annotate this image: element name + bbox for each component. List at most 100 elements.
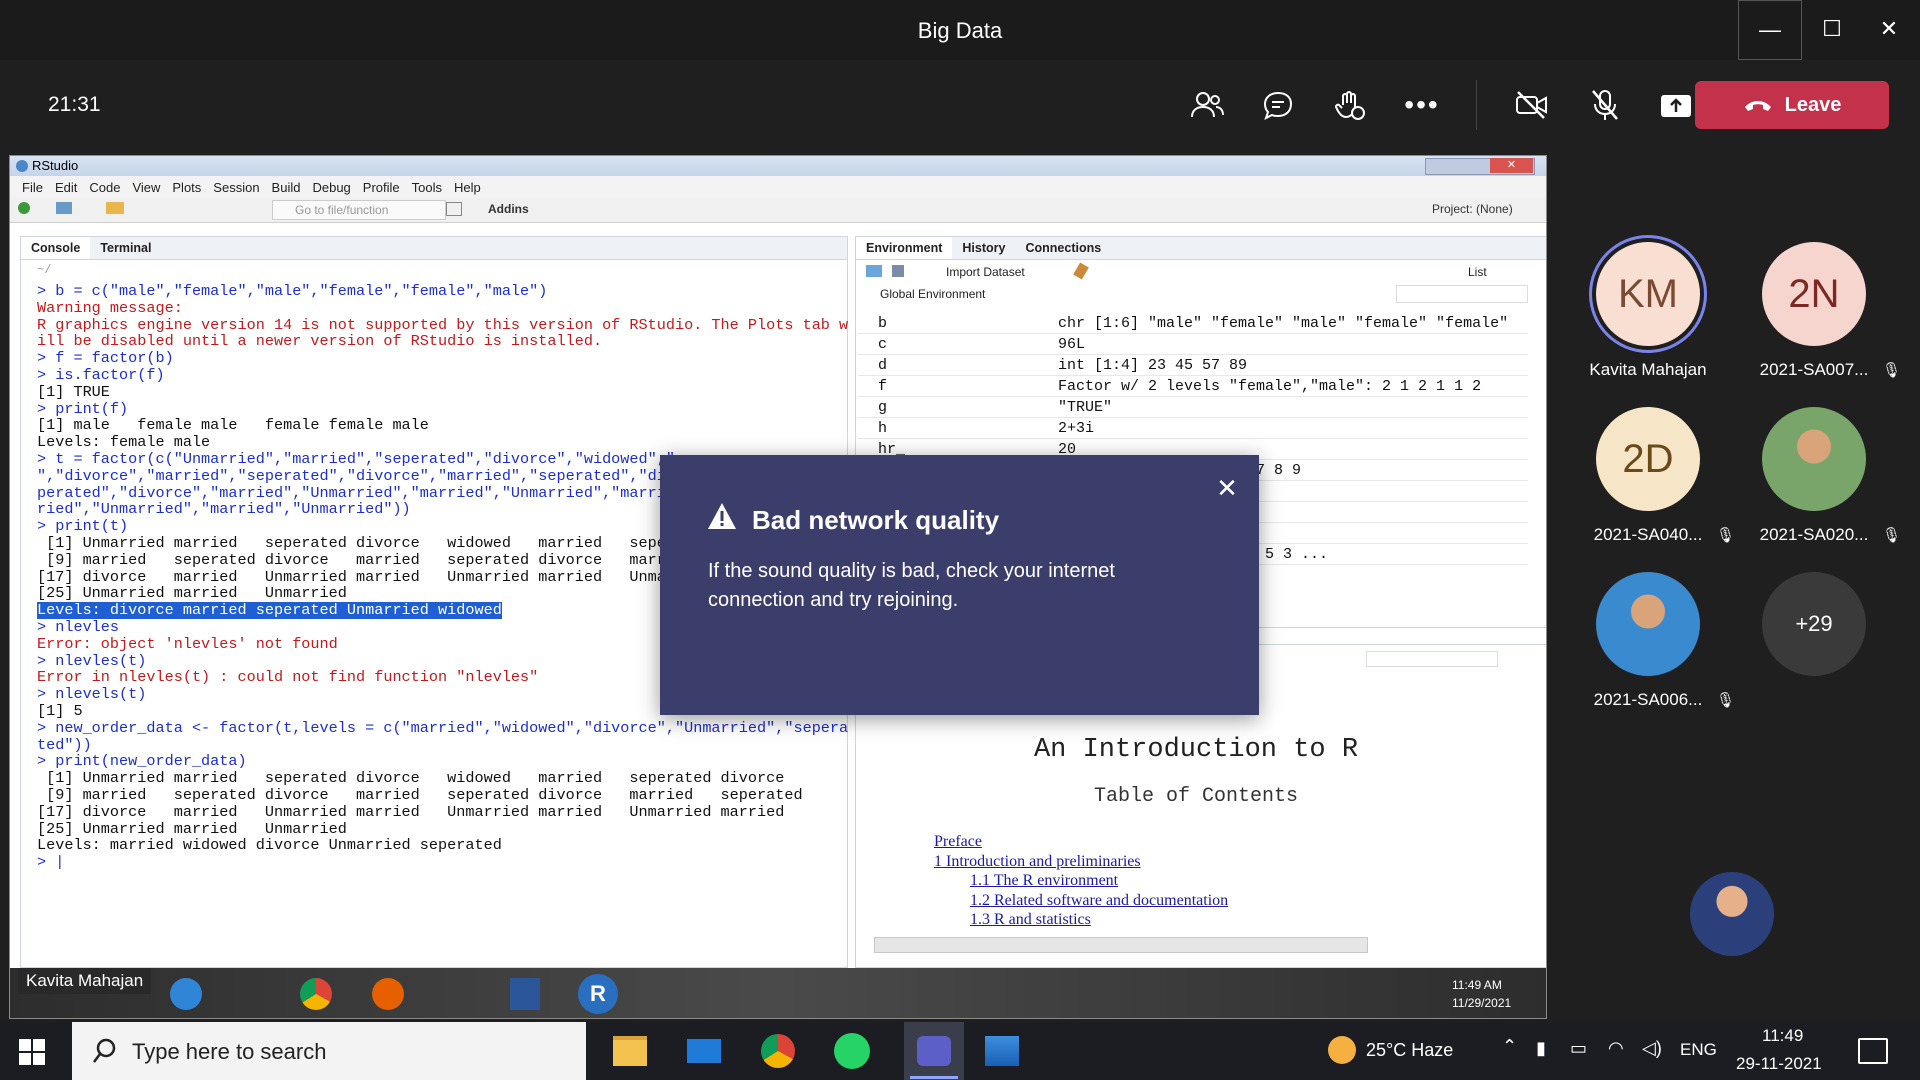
- env-row[interactable]: g "TRUE": [858, 397, 1528, 418]
- notification-center-icon[interactable]: [1858, 1038, 1888, 1064]
- menu-tools[interactable]: Tools: [412, 180, 442, 195]
- participant-avatar[interactable]: 2N: [1762, 242, 1866, 346]
- teams-icon[interactable]: [904, 1022, 964, 1080]
- menu-view[interactable]: View: [132, 180, 160, 195]
- wifi-icon[interactable]: ◠: [1608, 1038, 1624, 1059]
- tab-history[interactable]: History: [952, 237, 1015, 259]
- menu-help[interactable]: Help: [454, 180, 481, 195]
- toc-link[interactable]: 1.2 Related software and documentation: [970, 892, 1228, 912]
- env-toolbar: Import Dataset List: [856, 261, 1544, 283]
- env-row[interactable]: c 96L: [858, 334, 1528, 355]
- menu-session[interactable]: Session: [213, 180, 259, 195]
- menu-debug[interactable]: Debug: [312, 180, 350, 195]
- minimize-button[interactable]: —: [1738, 0, 1802, 60]
- camera-toggle-button[interactable]: [1507, 82, 1557, 128]
- env-row[interactable]: h 2+3i: [858, 418, 1528, 439]
- close-icon: ✕: [1879, 16, 1899, 41]
- muted-mic-icon: 🎙: [1882, 527, 1902, 544]
- participant-initials: 2N: [1788, 271, 1840, 316]
- menu-plots[interactable]: Plots: [172, 180, 201, 195]
- microphone-tray-icon[interactable]: ▮: [1536, 1038, 1546, 1059]
- tab-environment[interactable]: Environment: [856, 237, 953, 259]
- word-icon[interactable]: [510, 978, 540, 1010]
- leave-button[interactable]: Leave: [1695, 81, 1889, 129]
- toc-link[interactable]: 1.1 The R environment: [970, 872, 1228, 892]
- taskbar-time[interactable]: 11:49: [1762, 1026, 1803, 1046]
- participant-avatar[interactable]: [1596, 572, 1700, 676]
- ie-icon[interactable]: [170, 978, 202, 1010]
- maximize-icon: ☐: [1822, 16, 1842, 41]
- whatsapp-icon[interactable]: [830, 1030, 874, 1072]
- photos-icon[interactable]: [980, 1030, 1024, 1072]
- taskbar-date[interactable]: 29-11-2021: [1736, 1054, 1822, 1074]
- toc-link[interactable]: Preface: [934, 833, 1228, 853]
- env-search-input[interactable]: [1396, 285, 1528, 303]
- file-explorer-icon[interactable]: [608, 1030, 652, 1072]
- rstudio-close-icon[interactable]: ✕: [1490, 158, 1533, 173]
- raise-hand-button[interactable]: [1325, 82, 1375, 128]
- tab-terminal[interactable]: Terminal: [90, 237, 161, 259]
- toc-link[interactable]: 1.3 R and statistics: [970, 911, 1228, 931]
- tab-connections[interactable]: Connections: [1015, 237, 1111, 259]
- console-line: [25] Unmarried married Unmarried: [37, 819, 347, 838]
- dialog-close-button[interactable]: ✕: [1212, 473, 1242, 503]
- broom-icon[interactable]: [1073, 262, 1089, 280]
- self-video-thumbnail[interactable]: [1690, 872, 1774, 956]
- help-search-input[interactable]: [1366, 651, 1498, 667]
- tab-console[interactable]: Console: [21, 237, 91, 259]
- mail-icon[interactable]: [682, 1030, 726, 1072]
- goto-file-input[interactable]: Go to file/function: [272, 200, 446, 220]
- console-line: [1] male female male female female male: [37, 416, 429, 435]
- participants-button[interactable]: [1182, 82, 1232, 128]
- env-row[interactable]: b chr [1:6] "male" "female" "male" "femal…: [858, 313, 1528, 334]
- battery-icon[interactable]: ▭: [1570, 1038, 1587, 1059]
- volume-icon[interactable]: ◁): [1642, 1038, 1662, 1059]
- participant-avatar[interactable]: +29: [1762, 572, 1866, 676]
- load-workspace-icon[interactable]: [866, 265, 882, 277]
- env-var-value: "TRUE": [1058, 398, 1113, 416]
- save-workspace-icon[interactable]: [892, 265, 904, 277]
- people-icon: [1191, 92, 1224, 118]
- chat-button[interactable]: [1253, 82, 1303, 128]
- menu-build[interactable]: Build: [272, 180, 301, 195]
- participant-avatar[interactable]: [1762, 407, 1866, 511]
- open-folder-icon[interactable]: [106, 202, 124, 214]
- participant-avatar[interactable]: 2D: [1596, 407, 1700, 511]
- more-options-button[interactable]: •••: [1397, 82, 1447, 128]
- share-screen-button[interactable]: [1651, 82, 1701, 128]
- show-hidden-icons[interactable]: ⌃: [1502, 1036, 1517, 1057]
- list-view-button[interactable]: List: [1468, 265, 1487, 279]
- open-project-icon[interactable]: [56, 202, 72, 214]
- start-button[interactable]: [18, 1038, 46, 1066]
- r-app-icon[interactable]: R: [578, 974, 618, 1014]
- menu-code[interactable]: Code: [89, 180, 120, 195]
- env-row[interactable]: f Factor w/ 2 levels "female","male": 2 1…: [858, 376, 1528, 397]
- weather-icon: [1328, 1036, 1356, 1064]
- chrome-taskbar-icon[interactable]: [756, 1030, 800, 1072]
- maximize-button[interactable]: ☐: [1800, 0, 1864, 58]
- new-file-icon[interactable]: [18, 202, 30, 214]
- console-line: > b = c("male","female","male","female",…: [37, 282, 548, 300]
- muted-mic-icon: 🎙: [1882, 362, 1902, 379]
- help-hscrollbar[interactable]: [874, 937, 1368, 953]
- menu-profile[interactable]: Profile: [363, 180, 400, 195]
- weather-text[interactable]: 25°C Haze: [1366, 1040, 1453, 1061]
- camera-off-icon: [1516, 91, 1547, 119]
- language-indicator[interactable]: ENG: [1680, 1040, 1717, 1060]
- global-env-select[interactable]: Global Environment: [880, 287, 985, 301]
- env-row[interactable]: d int [1:4] 23 45 57 89: [858, 355, 1528, 376]
- console-line: Levels: divorce married seperated Unmarr…: [37, 601, 502, 620]
- project-menu[interactable]: Project: (None): [1432, 202, 1513, 216]
- menu-file[interactable]: File: [22, 180, 43, 195]
- toc-link[interactable]: 1 Introduction and preliminaries: [934, 853, 1228, 873]
- import-dataset-button[interactable]: Import Dataset: [946, 265, 1025, 279]
- close-window-button[interactable]: ✕: [1857, 0, 1920, 58]
- chrome-icon[interactable]: [300, 978, 332, 1010]
- menu-edit[interactable]: Edit: [55, 180, 77, 195]
- mic-toggle-button[interactable]: [1580, 82, 1630, 128]
- grid-icon[interactable]: [446, 202, 462, 216]
- addins-menu[interactable]: Addins: [488, 202, 529, 216]
- firefox-icon[interactable]: [372, 978, 404, 1010]
- participant-avatar[interactable]: KM: [1596, 242, 1700, 346]
- teams-active-indicator: [910, 1076, 958, 1079]
